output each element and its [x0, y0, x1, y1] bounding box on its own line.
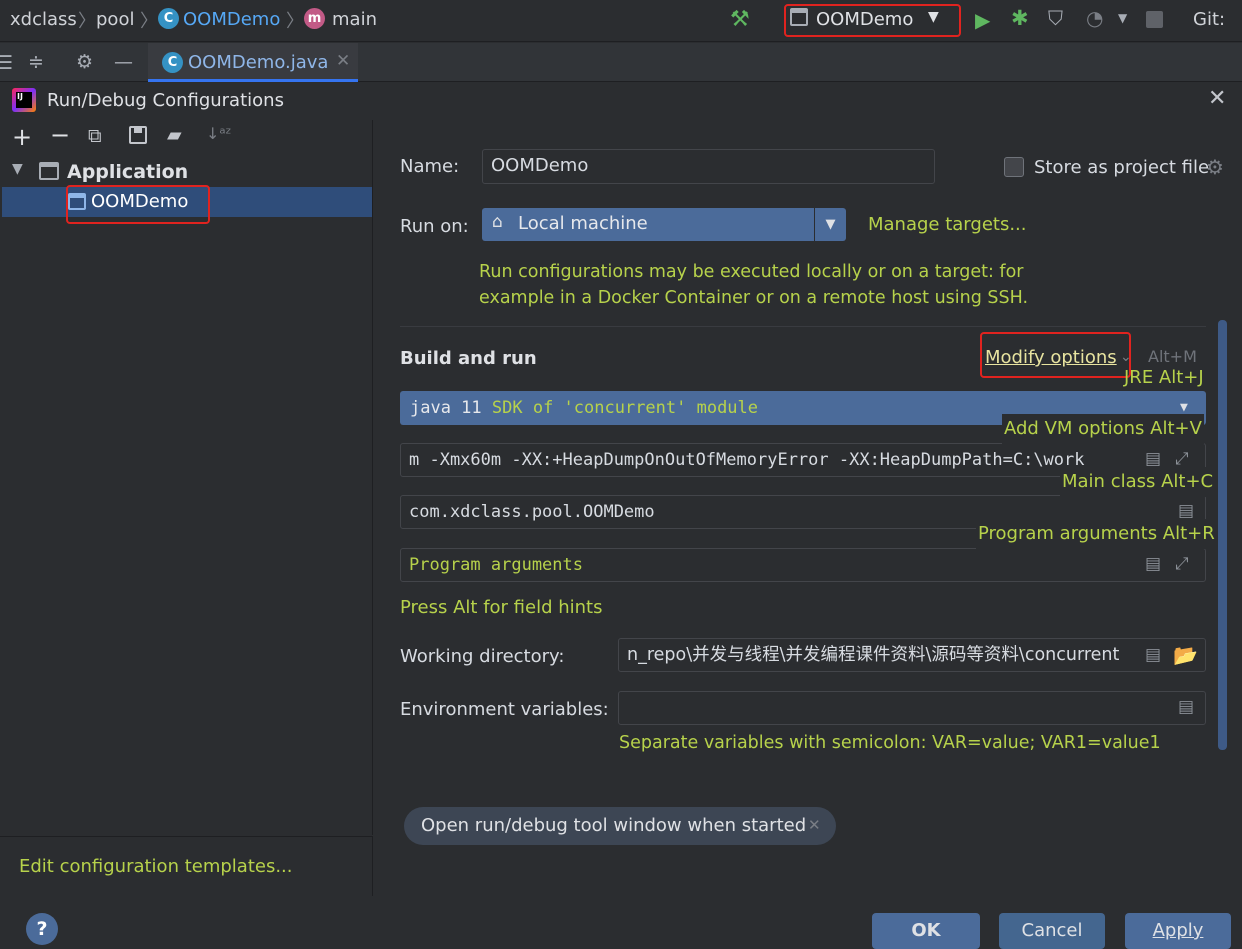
- close-icon[interactable]: ✕: [808, 816, 821, 834]
- name-label: Name:: [400, 156, 460, 177]
- dialog-footer: ? OK Cancel Apply: [0, 896, 1242, 949]
- menu-item-program-arguments[interactable]: Program arguments Alt+R: [976, 519, 1217, 549]
- menu-item-jre[interactable]: JRE Alt+J: [1122, 363, 1206, 393]
- expand-icon[interactable]: ⤢: [1175, 554, 1189, 574]
- debug-bug-icon[interactable]: ✱: [1011, 6, 1029, 30]
- field-hints-text: Press Alt for field hints: [400, 597, 603, 618]
- collapse-all-icon[interactable]: ≑: [28, 51, 44, 73]
- edit-text-icon[interactable]: ▤: [1145, 449, 1161, 469]
- breadcrumb-class[interactable]: OOMDemo: [183, 9, 280, 30]
- profiler-icon[interactable]: ◔: [1086, 6, 1103, 30]
- run-on-label: Run on:: [400, 216, 469, 237]
- tab-label: OOMDemo.java: [188, 52, 329, 73]
- chevron-down-icon: ▼: [814, 208, 846, 241]
- browse-class-icon[interactable]: ▤: [1178, 501, 1194, 521]
- tree-group-application[interactable]: ▼ Application: [0, 158, 373, 186]
- edit-text-icon[interactable]: ▤: [1178, 697, 1194, 717]
- vm-options-value: m -Xmx60m -XX:+HeapDumpOnOutOfMemoryErro…: [409, 450, 1085, 470]
- manage-targets-link[interactable]: Manage targets...: [868, 214, 1027, 235]
- tab-oomdemo-java[interactable]: C OOMDemo.java ✕: [148, 43, 358, 82]
- stop-icon[interactable]: [1146, 11, 1163, 28]
- run-on-hint-line1: Run configurations may be executed local…: [479, 262, 1024, 282]
- highlight-box: [784, 4, 961, 37]
- apply-button[interactable]: Apply: [1125, 913, 1231, 949]
- remove-icon[interactable]: −: [50, 122, 70, 148]
- dialog-title: Run/Debug Configurations: [47, 90, 284, 111]
- env-vars-label: Environment variables:: [400, 699, 609, 720]
- edit-text-icon[interactable]: ▤: [1145, 645, 1161, 665]
- expand-icon[interactable]: ☰: [0, 52, 13, 74]
- intellij-logo-icon: IJ: [12, 88, 36, 112]
- env-vars-hint: Separate variables with semicolon: VAR=v…: [619, 733, 1161, 753]
- breadcrumb-separator: 〉: [140, 11, 158, 32]
- home-icon: ⌂: [492, 212, 503, 232]
- templates-footer: Edit configuration templates...: [0, 836, 373, 896]
- add-icon[interactable]: +: [12, 124, 32, 150]
- divider: [400, 326, 1206, 327]
- breadcrumb-package[interactable]: pool: [96, 9, 134, 30]
- method-icon: m: [304, 8, 325, 29]
- sort-icon[interactable]: ↓ᵃᶻ: [206, 124, 232, 143]
- new-folder-icon[interactable]: ▰: [167, 124, 182, 146]
- highlight-box: [66, 185, 210, 224]
- sdk-value: java 11: [410, 398, 482, 418]
- git-label[interactable]: Git:: [1193, 9, 1225, 30]
- scrollbar-thumb[interactable]: [1218, 320, 1227, 750]
- minimize-icon[interactable]: —: [114, 51, 133, 73]
- run-on-value: Local machine: [518, 213, 648, 234]
- class-icon: C: [158, 8, 179, 29]
- gear-icon[interactable]: ⚙: [76, 51, 93, 73]
- more-actions-chevron-icon[interactable]: ▼: [1118, 11, 1127, 25]
- run-on-dropdown[interactable]: ⌂ Local machine ▼: [482, 208, 846, 241]
- sdk-detail: SDK of 'concurrent' module: [491, 398, 759, 418]
- chevron-down-icon[interactable]: ▼: [12, 161, 23, 177]
- menu-item-main-class[interactable]: Main class Alt+C: [1060, 467, 1216, 497]
- save-icon[interactable]: [129, 126, 147, 144]
- dialog-title-bar: IJ Run/Debug Configurations ✕: [0, 82, 1242, 120]
- folder-icon[interactable]: 📂: [1173, 643, 1198, 667]
- ok-button[interactable]: OK: [872, 913, 980, 949]
- menu-item-add-vm-options[interactable]: Add VM options Alt+V: [1002, 414, 1204, 444]
- help-icon[interactable]: ?: [26, 913, 58, 945]
- working-dir-label: Working directory:: [400, 646, 565, 667]
- breadcrumb-separator: 〉: [286, 11, 304, 32]
- chip-label: Open run/debug tool window when started: [421, 815, 807, 836]
- gear-icon[interactable]: ⚙: [1206, 155, 1224, 179]
- copy-icon[interactable]: ⧉: [88, 125, 102, 147]
- editor-tab-bar: ☰ ≑ ⚙ — C OOMDemo.java ✕: [0, 43, 1242, 82]
- build-hammer-icon[interactable]: ⚒: [730, 7, 750, 32]
- edit-templates-link[interactable]: Edit configuration templates...: [19, 856, 293, 877]
- breadcrumb-project[interactable]: xdclass: [10, 9, 77, 30]
- configuration-tree-pane: + − ⧉ ▰ ↓ᵃᶻ ▼ Application OOMDemo: [0, 120, 373, 835]
- class-icon: C: [162, 52, 183, 73]
- name-field[interactable]: OOMDemo: [482, 149, 935, 184]
- coverage-icon[interactable]: ⛉: [1048, 6, 1063, 30]
- breadcrumb-separator: 〉: [78, 11, 96, 32]
- store-checkbox[interactable]: [1004, 157, 1024, 177]
- store-label[interactable]: Store as project file: [1034, 157, 1209, 178]
- cancel-button[interactable]: Cancel: [999, 913, 1105, 949]
- run-icon[interactable]: ▶: [975, 8, 990, 32]
- application-icon: [39, 162, 59, 180]
- close-icon[interactable]: ✕: [336, 51, 350, 71]
- breadcrumb-method[interactable]: main: [332, 9, 377, 30]
- tree-group-label: Application: [67, 161, 189, 183]
- working-dir-field[interactable]: n_repo\并发与线程\并发编程课件资料\源码等资料\concurrent: [618, 638, 1206, 672]
- highlight-box: [980, 332, 1131, 378]
- program-arguments-field[interactable]: Program arguments: [400, 548, 1206, 582]
- build-run-heading: Build and run: [400, 348, 537, 369]
- close-dialog-icon[interactable]: ✕: [1208, 86, 1226, 111]
- option-chip[interactable]: Open run/debug tool window when started …: [404, 807, 836, 845]
- configuration-editor: Name: OOMDemo Store as project file ⚙ Ru…: [374, 120, 1242, 896]
- expand-icon[interactable]: ⤢: [1175, 449, 1189, 469]
- run-on-hint-line2: example in a Docker Container or on a re…: [479, 288, 1029, 308]
- edit-text-icon[interactable]: ▤: [1145, 554, 1161, 574]
- env-vars-field[interactable]: [618, 691, 1206, 725]
- navigation-bar: xdclass 〉 pool 〉 C OOMDemo 〉 m main ⚒ OO…: [0, 0, 1242, 42]
